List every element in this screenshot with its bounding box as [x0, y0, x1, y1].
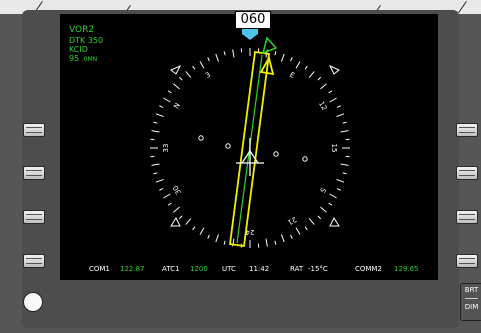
compass-tick — [342, 172, 347, 175]
compass-label: 12 — [317, 100, 328, 112]
compass-tick — [329, 193, 337, 199]
hsi-compass-rose: N3 E1215S21243033 — [150, 28, 350, 248]
compass-tick — [207, 234, 210, 239]
waypoint-dot-icon — [198, 135, 204, 141]
compass-tick — [265, 238, 268, 247]
mfd-panel: BRT DIM VOR2 DTK 350 KCID 95 .0MN N 3 E 12 1… — [0, 0, 481, 333]
compass-tick — [280, 53, 285, 62]
compass-tick — [304, 226, 308, 231]
compass-tick — [223, 51, 226, 56]
compass-tick — [159, 188, 164, 191]
compass-label: 3 — [204, 71, 212, 80]
compass-tick — [207, 57, 210, 62]
compass-tick — [340, 130, 349, 133]
compass-tick — [304, 65, 308, 70]
compass-tick — [192, 65, 196, 70]
compass-tick — [192, 226, 196, 231]
compass-tick — [199, 61, 205, 69]
quadrant-marker-icon — [329, 216, 340, 227]
quadrant-marker-icon — [170, 216, 181, 227]
compass-tick — [178, 76, 183, 81]
compass-tick — [163, 97, 171, 103]
heading-bug-icon — [242, 28, 258, 40]
compass-tick — [215, 234, 220, 243]
compass-tick — [215, 53, 220, 62]
com1-frequency: 122.87 — [120, 265, 145, 273]
compass-tick — [328, 90, 333, 94]
compass-tick — [336, 113, 345, 118]
compass-tick — [317, 76, 322, 81]
compass-tick — [274, 51, 277, 56]
compass-tick — [155, 113, 164, 118]
compass-tick — [290, 234, 293, 239]
compass-tick — [308, 218, 315, 225]
compass-tick — [320, 206, 327, 213]
waypoint-dot-icon — [225, 143, 231, 149]
compass-label: 21 — [286, 215, 298, 226]
compass-tick — [308, 71, 315, 78]
compass-label: 33 — [162, 144, 170, 153]
compass-tick — [295, 61, 301, 69]
quadrant-marker-icon — [328, 64, 340, 75]
compass-tick — [328, 202, 333, 206]
compass-tick — [223, 240, 226, 245]
compass-tick — [340, 163, 349, 166]
compass-label: S — [318, 186, 327, 194]
com2-frequency: 129.65 — [394, 265, 419, 273]
utc-time: 11:42 — [249, 265, 270, 273]
compass-tick — [295, 227, 301, 235]
compass-tick — [155, 178, 164, 183]
compass-tick — [232, 49, 235, 58]
compass-tick — [173, 83, 180, 90]
compass-tick — [199, 227, 205, 235]
compass-tick — [151, 163, 160, 166]
compass-tick — [336, 105, 341, 108]
compass-tick — [336, 188, 341, 191]
atc1-label: ATC1 — [162, 265, 180, 273]
compass-tick — [336, 178, 345, 183]
compass-tick — [153, 172, 158, 175]
compass-tick — [163, 193, 171, 199]
compass-label: N — [172, 102, 182, 111]
quadrant-marker-icon — [170, 64, 182, 75]
compass-tick — [159, 105, 164, 108]
course-needle — [228, 36, 278, 248]
compass-tick — [185, 71, 192, 78]
waypoint-dot-icon — [302, 156, 308, 162]
compass-label: 15 — [330, 144, 338, 153]
compass-tick — [280, 234, 285, 243]
compass-tick — [329, 97, 337, 103]
atc1-code: 1200 — [190, 265, 208, 273]
compass-tick — [320, 83, 327, 90]
rat-value: -15°C — [308, 265, 328, 273]
rat-label: RAT — [290, 265, 304, 273]
compass-tick — [178, 215, 183, 220]
compass-tick — [317, 215, 322, 220]
compass-tick — [274, 240, 277, 245]
compass-tick — [185, 218, 192, 225]
com1-label: COM1 — [89, 265, 110, 273]
heading-readout: 060 — [235, 11, 271, 29]
nav-waypoints — [198, 135, 308, 162]
compass-tick — [167, 90, 172, 94]
compass-tick — [151, 130, 160, 133]
bearing-pointer-icon — [261, 36, 278, 55]
compass-tick — [173, 206, 180, 213]
waypoint-dot-icon — [273, 151, 279, 157]
com2-label: COMM2 — [355, 265, 382, 273]
compass-label: 30 — [172, 184, 183, 196]
compass-tick — [342, 121, 347, 124]
compass-tick — [167, 202, 172, 206]
compass-tick — [290, 57, 293, 62]
compass-tick — [153, 121, 158, 124]
utc-label: UTC — [222, 265, 236, 273]
compass-label: E — [288, 71, 296, 80]
tail-marker — [236, 238, 238, 245]
